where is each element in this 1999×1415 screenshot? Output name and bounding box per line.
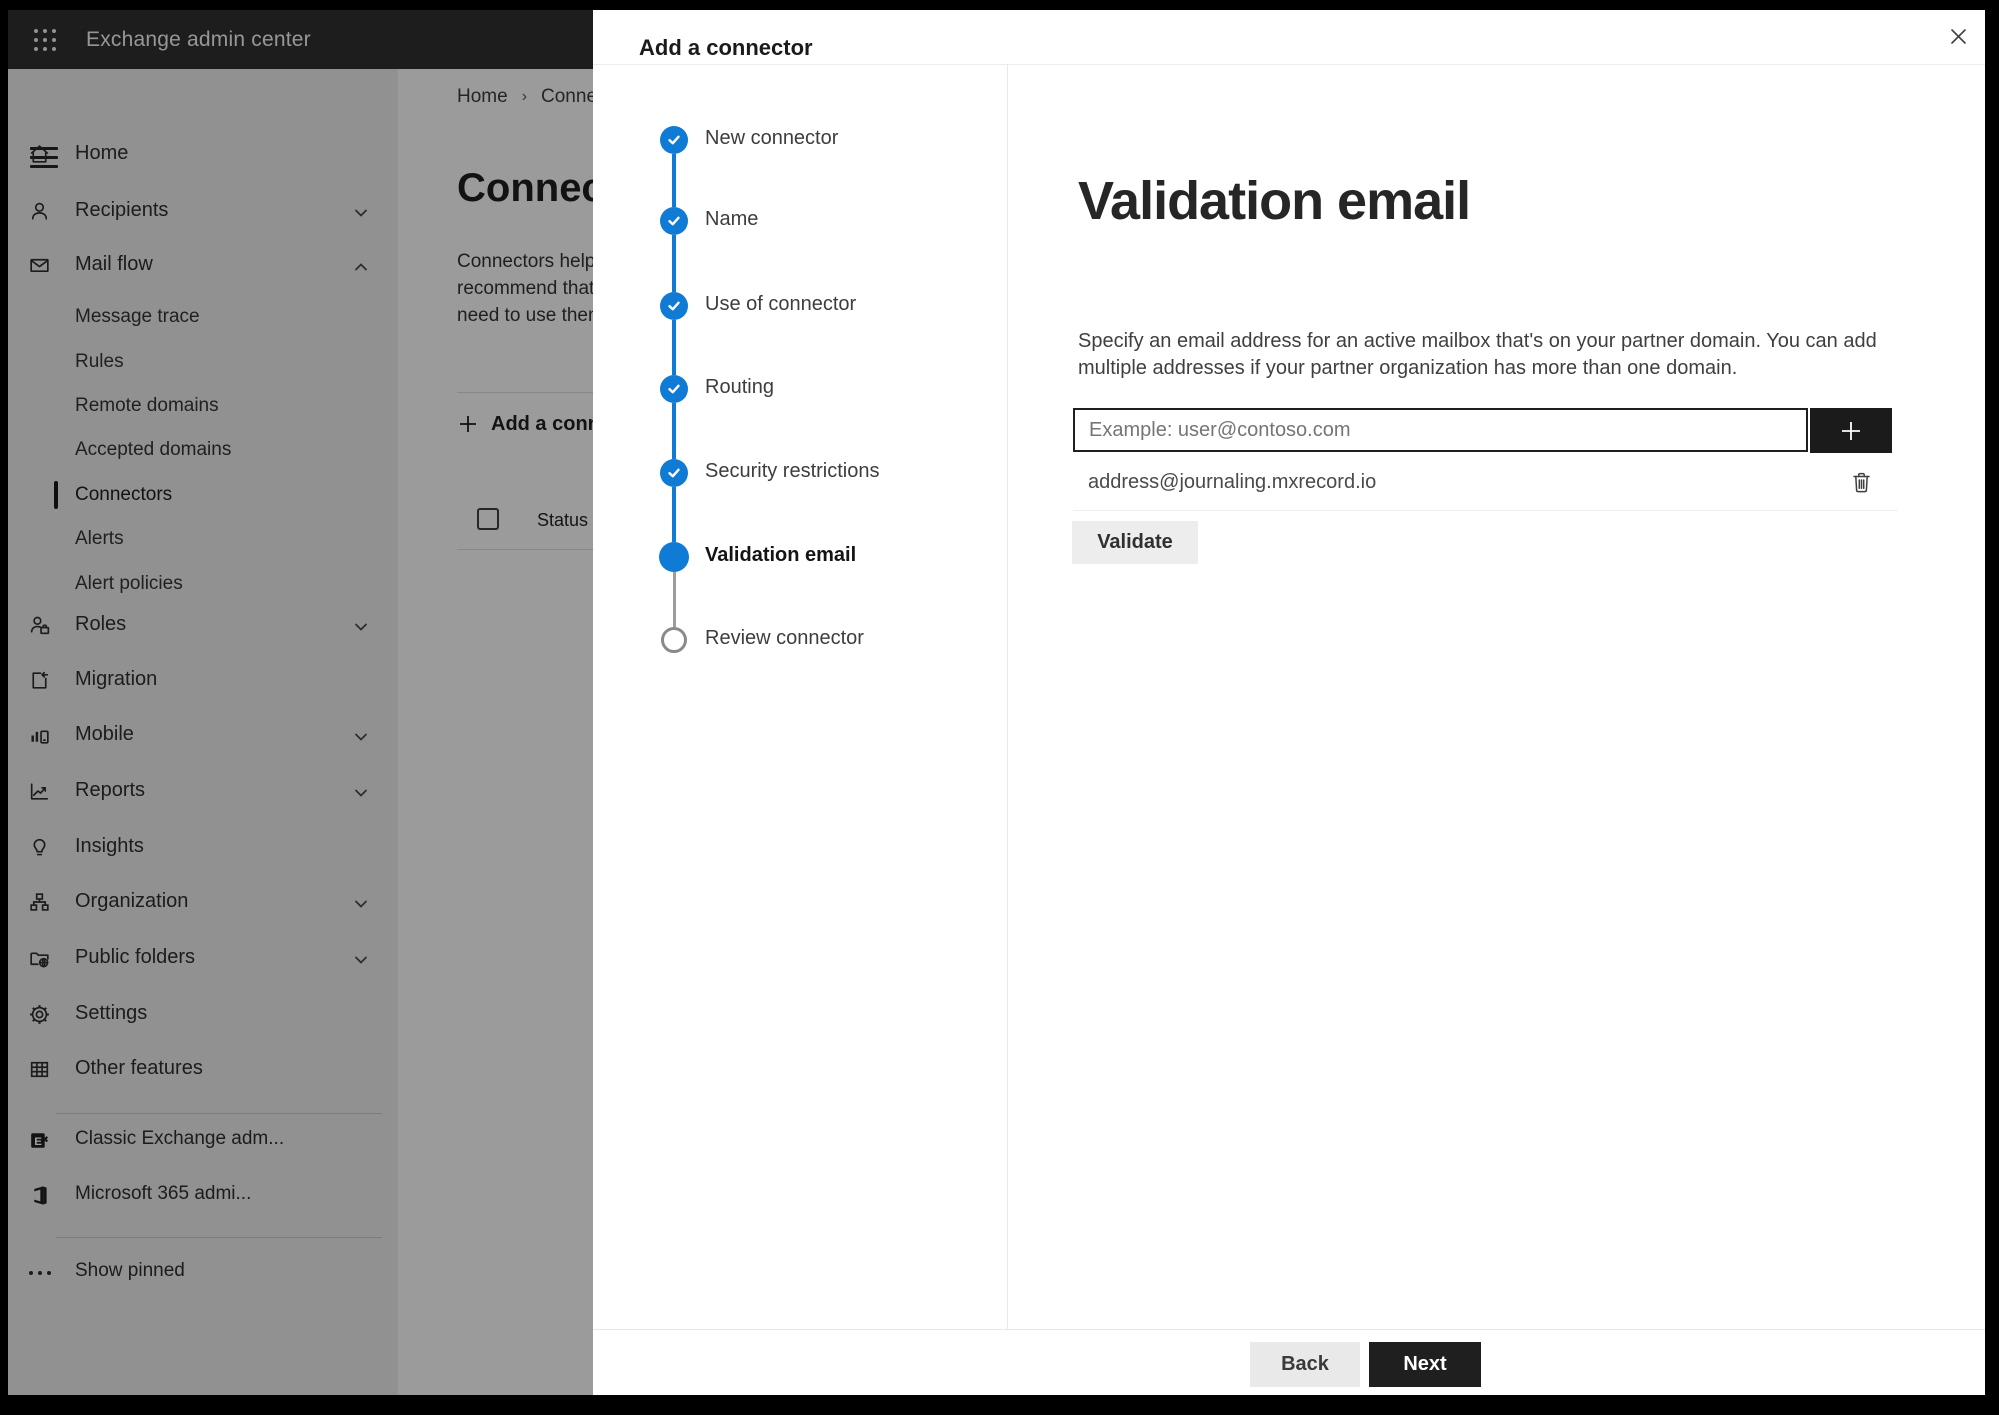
close-button[interactable] bbox=[1940, 18, 1976, 54]
trash-icon bbox=[1852, 472, 1870, 492]
add-connector-panel: Add a connector New connector Name Use o… bbox=[593, 10, 1985, 1395]
step-label-validation-email[interactable]: Validation email bbox=[705, 544, 856, 567]
step-circle-validation-email[interactable] bbox=[659, 542, 689, 572]
panel-footer-divider bbox=[593, 1329, 1985, 1330]
step-circle-review-connector[interactable] bbox=[661, 627, 687, 653]
step-circle-security-restrictions[interactable] bbox=[660, 459, 688, 487]
step-label-use-of-connector[interactable]: Use of connector bbox=[705, 293, 856, 316]
step-connector-line bbox=[672, 487, 676, 542]
check-icon bbox=[668, 468, 680, 478]
step-connector-line bbox=[672, 320, 676, 375]
close-icon bbox=[1950, 28, 1966, 44]
email-address-input[interactable] bbox=[1073, 408, 1808, 452]
step-circle-name[interactable] bbox=[660, 207, 688, 235]
step-heading: Validation email bbox=[1078, 171, 1471, 231]
step-description: Specify an email address for an active m… bbox=[1078, 330, 1877, 379]
address-row-divider bbox=[1073, 510, 1898, 511]
add-icon bbox=[1842, 421, 1860, 440]
panel-title: Add a connector bbox=[639, 35, 813, 60]
modal-dim-overlay bbox=[8, 10, 593, 1395]
step-connector-line bbox=[673, 572, 676, 627]
step-label-routing[interactable]: Routing bbox=[705, 376, 774, 399]
check-icon bbox=[668, 135, 680, 145]
step-connector-line bbox=[672, 235, 676, 292]
validate-button[interactable]: Validate bbox=[1072, 521, 1198, 564]
step-label-review-connector[interactable]: Review connector bbox=[705, 627, 864, 650]
check-icon bbox=[668, 301, 680, 311]
app-window: Exchange admin center Home Recipients Ma… bbox=[8, 10, 1985, 1395]
wizard-column-divider bbox=[1007, 64, 1008, 1329]
add-address-button[interactable] bbox=[1810, 408, 1892, 453]
screenshot-frame: Exchange admin center Home Recipients Ma… bbox=[0, 0, 1999, 1415]
step-label-new-connector[interactable]: New connector bbox=[705, 127, 838, 150]
step-circle-routing[interactable] bbox=[660, 375, 688, 403]
panel-header-divider bbox=[593, 64, 1985, 65]
delete-address-button[interactable] bbox=[1846, 466, 1876, 498]
step-circle-use-of-connector[interactable] bbox=[660, 292, 688, 320]
check-icon bbox=[668, 216, 680, 226]
step-label-name[interactable]: Name bbox=[705, 208, 758, 231]
next-button[interactable]: Next bbox=[1369, 1342, 1481, 1387]
step-connector-line bbox=[672, 403, 676, 459]
validation-address: address@journaling.mxrecord.io bbox=[1088, 471, 1377, 493]
back-button[interactable]: Back bbox=[1250, 1342, 1360, 1387]
step-connector-line bbox=[672, 154, 676, 207]
step-label-security-restrictions[interactable]: Security restrictions bbox=[705, 460, 880, 483]
check-icon bbox=[668, 384, 680, 394]
step-circle-new-connector[interactable] bbox=[660, 126, 688, 154]
